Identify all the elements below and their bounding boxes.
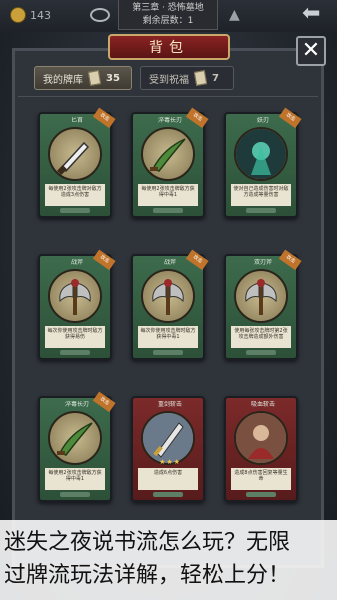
blade-icon: [48, 411, 102, 465]
caption-line-2: 过牌流玩法详解，轻松上分！: [4, 563, 291, 588]
tab-label: 我的牌库: [43, 74, 83, 86]
card-stars: ★★★: [159, 458, 181, 466]
card[interactable]: 双刃斧 使用每张攻击牌时第2张攻击牌造成额外伤害 攻击: [224, 249, 302, 360]
card-footer: [60, 208, 90, 213]
card[interactable]: 重剑斩击 ★★★ 造成6点伤害: [131, 396, 205, 502]
card-name: 吸血斩击: [250, 401, 275, 408]
panel-title: 背包: [108, 34, 230, 60]
tab-label: 受到祝福: [149, 74, 189, 86]
tab-my-deck[interactable]: 我的牌库 35: [34, 66, 132, 90]
axe-icon: [141, 269, 195, 323]
tab-count: 7: [212, 72, 219, 84]
gold-count: 143: [30, 8, 51, 22]
card-footer: [246, 208, 276, 213]
gold-display: 143: [10, 7, 51, 23]
tab-count: 35: [106, 72, 120, 84]
card-footer: [60, 350, 90, 355]
card-footer: [246, 492, 276, 497]
dagger-icon: [48, 127, 102, 181]
card-description: 每使用2张攻击牌敌方获得中毒1: [138, 184, 198, 206]
card[interactable]: 匕首 每使用2张攻击牌对敌方造成3点伤害 攻击: [38, 107, 116, 218]
card-description: 每次你使用攻击牌时敌方获得中毒1: [138, 326, 198, 348]
card-description: 每次你使用攻击牌时敌方获得易伤: [45, 326, 105, 348]
card[interactable]: 淬毒长刃 每使用2张攻击牌敌方获得中毒1 攻击: [131, 107, 209, 218]
caption-overlay: 迷失之夜说书流怎么玩？无限 过牌流玩法详解，轻松上分！: [0, 520, 337, 600]
card-footer: [153, 350, 183, 355]
card-footer: [60, 492, 90, 497]
vamp-icon: [234, 411, 288, 465]
chapter-banner: 第三章 · 恐怖墓地 剩余层数：1: [118, 0, 218, 30]
eye-icon[interactable]: [90, 8, 110, 22]
card-description: 每使用2张攻击牌对敌方造成3点伤害: [45, 184, 105, 206]
map-icon[interactable]: ▲: [229, 7, 240, 23]
chapter-title: 第三章 · 恐怖墓地: [132, 3, 204, 13]
caption-line-1: 迷失之夜说书流怎么玩？无限: [4, 530, 291, 555]
card-description: 使用每张攻击牌时第2张攻击牌造成额外伤害: [231, 326, 291, 348]
card-description: 造成8点伤害回复等量生命: [231, 468, 291, 490]
divider: [18, 96, 318, 97]
card-icon: [87, 70, 102, 86]
close-button[interactable]: ✕: [296, 36, 326, 66]
axe-icon: [234, 269, 288, 323]
coin-icon: [10, 7, 26, 23]
card[interactable]: 吸血斩击造成8点伤害回复等量生命: [224, 396, 298, 502]
axe-icon: [48, 269, 102, 323]
card-description: 造成6点伤害: [138, 468, 198, 490]
card[interactable]: 战斧 每次你使用攻击牌时敌方获得易伤 攻击: [38, 249, 116, 360]
card-description: 每使用2张攻击牌敌方获得中毒1: [45, 468, 105, 490]
blade-icon: [141, 127, 195, 181]
card-footer: [246, 350, 276, 355]
card-footer: [153, 208, 183, 213]
card-icon: [193, 70, 208, 86]
ghost-icon: [234, 127, 288, 181]
back-arrow-icon[interactable]: ⬅: [302, 3, 320, 25]
card-name: 重剑斩击: [157, 401, 182, 408]
card-description: 使对自己造成伤害时对敌方造成等量伤害: [231, 184, 291, 206]
remaining-floors: 剩余层数：1: [142, 16, 194, 26]
card-footer: [153, 492, 183, 497]
tab-blessings[interactable]: 受到祝福 7: [140, 66, 234, 90]
card[interactable]: 妖刃 使对自己造成伤害时对敌方造成等量伤害 攻击: [224, 107, 302, 218]
card[interactable]: 战斧 每次你使用攻击牌时敌方获得中毒1 攻击: [131, 249, 209, 360]
card[interactable]: 淬毒长刃 每使用2张攻击牌敌方获得中毒1 攻击: [38, 391, 116, 502]
top-bar: 143 第三章 · 恐怖墓地 剩余层数：1 ▲ ⬅: [0, 0, 337, 32]
sword-icon: [141, 411, 195, 465]
